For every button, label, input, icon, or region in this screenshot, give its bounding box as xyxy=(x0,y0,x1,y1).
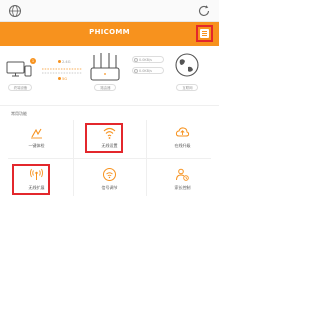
parental-control-icon xyxy=(176,168,189,181)
app-header: PHICOMM xyxy=(0,22,219,46)
devices-caption: 终端设备 xyxy=(8,84,32,91)
internet-caption: 互联网 xyxy=(176,84,198,91)
tool-checkup[interactable]: 一键体检 xyxy=(0,116,73,158)
refresh-icon[interactable] xyxy=(197,4,211,18)
upload-speed: 0.0KB/s xyxy=(132,56,164,63)
address-bar xyxy=(0,0,219,22)
tool-label: 信号调节 xyxy=(101,185,118,190)
device-count-badge: 1 xyxy=(30,58,36,64)
tool-label: 在线升级 xyxy=(174,143,191,148)
router-button[interactable] xyxy=(88,52,122,86)
network-status: 1 终端设备 2.4G 5G 路由器 0.0KB/s 0.0KB/s 互联网 xyxy=(0,46,219,106)
tools-grid: 一键体检 无线设置 在线升级 无线扩展 信号调节 家长控制 xyxy=(0,116,219,200)
tool-online-upgrade[interactable]: 在线升级 xyxy=(146,116,219,158)
internet-globe-icon xyxy=(175,53,199,77)
tool-label: 一键体检 xyxy=(28,143,45,148)
devices-button[interactable]: 1 xyxy=(6,58,36,82)
download-speed: 0.0KB/s xyxy=(132,67,164,74)
screen: PHICOMM 1 终端设备 2.4G 5G 路由器 0.0KB/s 0.0KB… xyxy=(0,0,219,317)
brand-title: PHICOMM xyxy=(89,28,130,36)
devices-icon xyxy=(6,61,32,77)
internet-button[interactable] xyxy=(174,52,200,80)
band-5-label: 5G xyxy=(58,77,67,81)
wireless-extend-highlight xyxy=(12,164,50,195)
checkup-icon xyxy=(31,128,42,139)
router-caption: 路由器 xyxy=(94,84,116,91)
router-icon xyxy=(90,53,120,81)
upload-icon xyxy=(134,58,138,62)
tool-parental-control[interactable]: 家长控制 xyxy=(146,158,219,200)
signal-icon xyxy=(103,168,116,181)
tool-label: 家长控制 xyxy=(174,185,191,190)
band-24-label: 2.4G xyxy=(58,60,71,64)
tool-signal-adjust[interactable]: 信号调节 xyxy=(73,158,146,200)
link-lines xyxy=(42,68,82,74)
menu-button[interactable] xyxy=(196,25,213,42)
globe-icon xyxy=(9,5,21,17)
cloud-upgrade-icon xyxy=(175,127,190,137)
menu-icon xyxy=(200,29,209,38)
band-24-dot xyxy=(58,60,61,63)
download-icon xyxy=(134,69,138,73)
wireless-settings-highlight xyxy=(85,123,123,153)
